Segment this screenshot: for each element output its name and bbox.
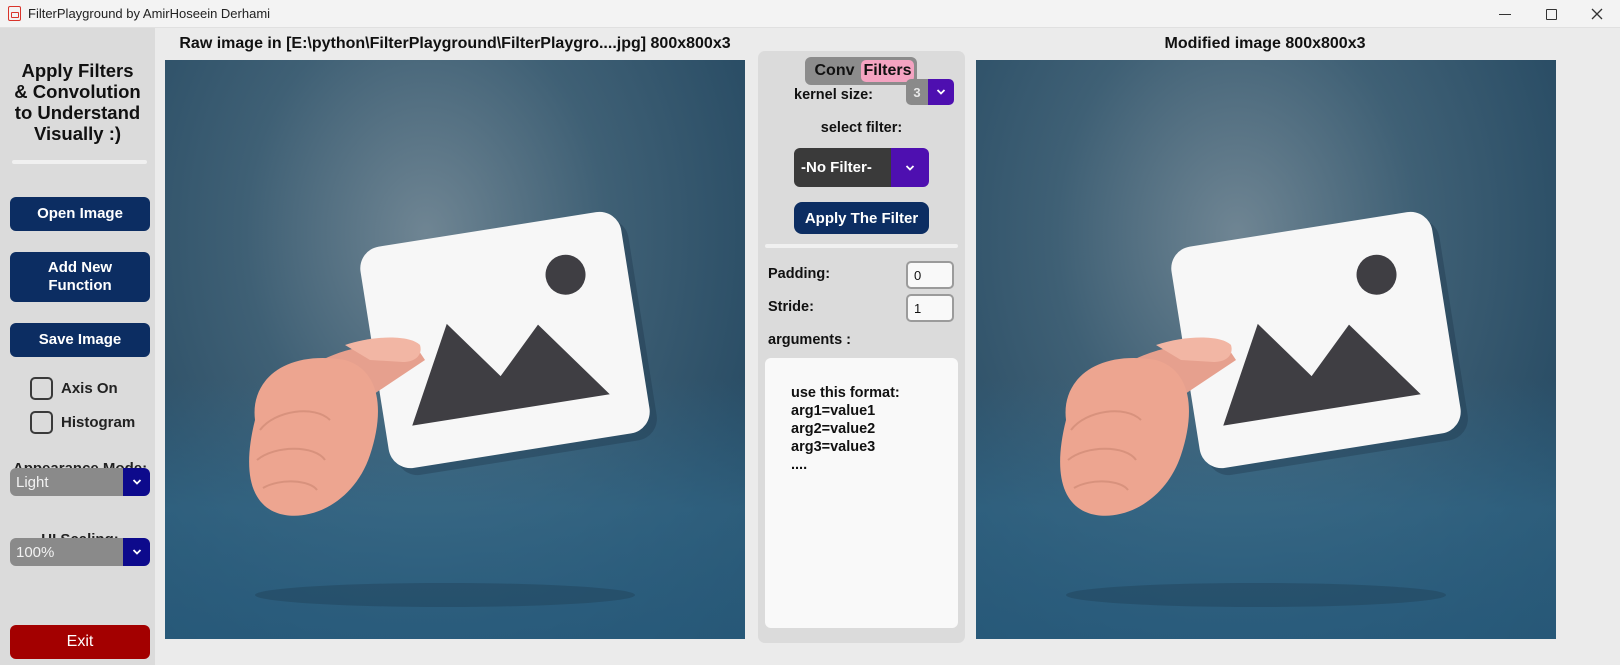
exit-button[interactable]: Exit xyxy=(10,625,150,659)
mode-segmented-control[interactable]: Conv Filters xyxy=(805,57,917,85)
kernel-size-value[interactable]: 3 xyxy=(906,79,928,105)
filter-dropdown[interactable]: -No Filter- xyxy=(794,148,929,187)
checkbox-box[interactable] xyxy=(30,376,53,400)
padding-input[interactable]: 0 xyxy=(906,261,954,289)
dropdown-arrow[interactable] xyxy=(891,148,929,187)
histogram-label: Histogram xyxy=(61,413,136,431)
dropdown-arrow[interactable] xyxy=(123,538,150,566)
chevron-down-icon xyxy=(936,89,946,95)
dropdown-arrow[interactable] xyxy=(123,468,150,496)
minimize-button[interactable] xyxy=(1482,0,1528,28)
maximize-icon xyxy=(1545,8,1557,20)
app-heading: Apply Filters & Convolution to Understan… xyxy=(14,60,141,144)
chevron-down-icon xyxy=(132,549,141,555)
minimize-icon xyxy=(1499,13,1511,15)
axis-on-label: Axis On xyxy=(61,379,118,397)
modified-image-view xyxy=(976,60,1556,639)
ui-scaling-dropdown[interactable]: 100% xyxy=(10,538,150,566)
window-title: FilterPlayground by AmirHoseein Derhami xyxy=(28,6,271,21)
axis-on-checkbox[interactable]: Axis On xyxy=(30,376,118,400)
chevron-down-icon xyxy=(132,479,141,485)
sidebar-divider xyxy=(12,160,147,164)
close-icon xyxy=(1591,8,1603,20)
image-placeholder-illustration xyxy=(1060,211,1468,607)
padding-label: Padding: xyxy=(768,266,831,282)
apply-filter-button[interactable]: Apply The Filter xyxy=(794,202,929,234)
open-image-button[interactable]: Open Image xyxy=(10,197,150,231)
title-bar: FilterPlayground by AmirHoseein Derhami xyxy=(0,0,1620,28)
kernel-size-dropdown[interactable]: 3 xyxy=(906,79,954,105)
chevron-down-icon xyxy=(905,164,915,171)
raw-image-view xyxy=(165,60,745,639)
panel-divider xyxy=(765,244,958,248)
tab-filters[interactable]: Filters xyxy=(861,60,914,82)
dropdown-arrow[interactable] xyxy=(928,79,954,105)
modified-image-header: Modified image 800x800x3 xyxy=(1164,35,1366,52)
histogram-checkbox[interactable]: Histogram xyxy=(30,410,135,434)
filter-value[interactable]: -No Filter- xyxy=(794,148,891,187)
save-image-button[interactable]: Save Image xyxy=(10,323,150,357)
stride-input[interactable]: 1 xyxy=(906,294,954,322)
ui-scaling-value[interactable]: 100% xyxy=(10,538,123,566)
close-button[interactable] xyxy=(1574,0,1620,28)
kernel-size-label: kernel size: xyxy=(794,87,873,103)
arguments-label: arguments : xyxy=(768,332,851,348)
pdf-file-icon xyxy=(8,6,21,21)
filter-control-panel: Conv Filters kernel size: 3 select filte… xyxy=(758,51,965,643)
arguments-textbox[interactable]: use this format: arg1=value1 arg2=value2… xyxy=(765,358,958,628)
select-filter-label: select filter: xyxy=(820,120,903,136)
image-placeholder-illustration xyxy=(249,211,657,607)
appearance-mode-value[interactable]: Light xyxy=(10,468,123,496)
maximize-button[interactable] xyxy=(1528,0,1574,28)
add-new-function-button[interactable]: Add New Function xyxy=(10,252,150,302)
raw-image-header: Raw image in [E:\python\FilterPlayground… xyxy=(179,35,731,52)
tab-conv[interactable]: Conv xyxy=(808,60,861,82)
sidebar: Apply Filters & Convolution to Understan… xyxy=(0,28,155,665)
stride-label: Stride: xyxy=(768,299,814,315)
checkbox-box[interactable] xyxy=(30,410,53,434)
appearance-mode-dropdown[interactable]: Light xyxy=(10,468,150,496)
